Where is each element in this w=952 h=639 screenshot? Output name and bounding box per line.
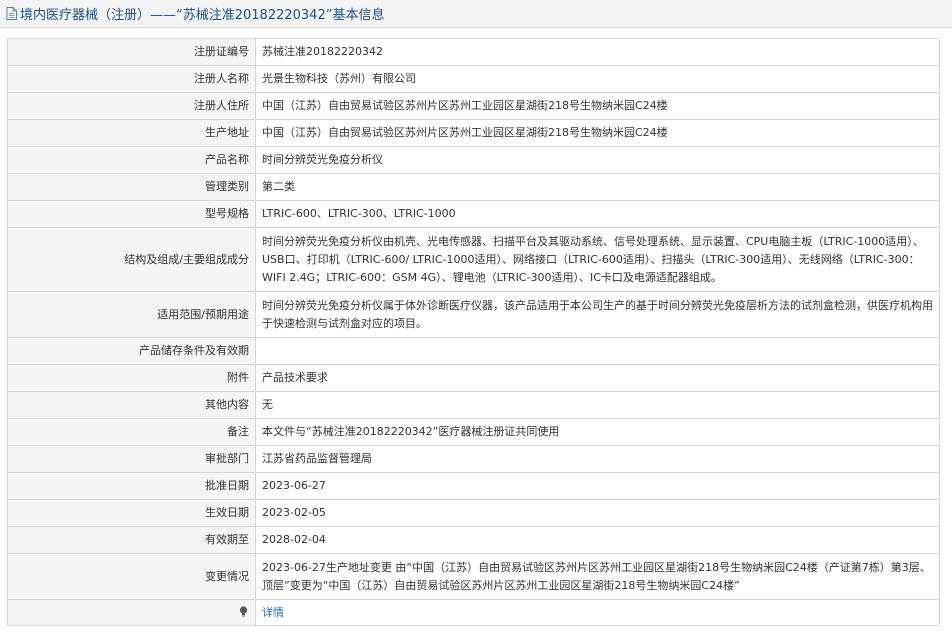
row-label: 变更情况: [7, 553, 256, 600]
table-row: 注册证编号 苏械注准20182220342: [7, 38, 940, 66]
row-label: 生效日期: [7, 499, 256, 527]
row-label: 审批部门: [7, 445, 256, 473]
row-label: 产品储存条件及有效期: [7, 337, 256, 365]
row-label: 附件: [7, 364, 256, 392]
row-value: 江苏省药品监督管理局: [255, 445, 940, 473]
table-row: 结构及组成/主要组成成分 时间分辨荧光免疫分析仪由机壳、光电传感器、扫描平台及其…: [7, 227, 940, 292]
row-label: 生产地址: [7, 119, 256, 147]
table-row: 附件 产品技术要求: [7, 364, 940, 392]
page-header: 境内医疗器械（注册）——“苏械注准20182220342”基本信息: [0, 0, 952, 28]
detail-value-cell: 详情: [255, 599, 940, 626]
table-row: 产品名称 时间分辨荧光免疫分析仪: [7, 146, 940, 174]
info-table: 注册证编号 苏械注准20182220342 注册人名称 光景生物科技（苏州）有限…: [7, 38, 940, 626]
table-row: 注册人名称 光景生物科技（苏州）有限公司: [7, 65, 940, 93]
page-title: 境内医疗器械（注册）——“苏械注准20182220342”基本信息: [20, 8, 385, 23]
table-row: 备注 本文件与“苏械注准20182220342”医疗器械注册证共同使用: [7, 418, 940, 446]
table-row: 注册人住所 中国（江苏）自由贸易试验区苏州片区苏州工业园区星湖街218号生物纳米…: [7, 92, 940, 120]
table-row: 变更情况 2023-06-27生产地址变更 由“中国（江苏）自由贸易试验区苏州片…: [7, 553, 940, 600]
table-row: 批准日期 2023-06-27: [7, 472, 940, 500]
row-value: 产品技术要求: [255, 364, 940, 392]
row-label: 产品名称: [7, 146, 256, 174]
row-value: [255, 337, 940, 365]
row-label: 其他内容: [7, 391, 256, 419]
row-label: 批准日期: [7, 472, 256, 500]
table-row: 适用范围/预期用途 时间分辨荧光免疫分析仪属于体外诊断医疗仪器，该产品适用于本公…: [7, 291, 940, 338]
row-value: 中国（江苏）自由贸易试验区苏州片区苏州工业园区星湖街218号生物纳米园C24楼: [255, 92, 940, 120]
row-label: 注册证编号: [7, 38, 256, 66]
row-value: 本文件与“苏械注准20182220342”医疗器械注册证共同使用: [255, 418, 940, 446]
row-value: 第二类: [255, 173, 940, 201]
row-value: LTRIC-600、LTRIC-300、LTRIC-1000: [255, 200, 940, 228]
table-row: 生产地址 中国（江苏）自由贸易试验区苏州片区苏州工业园区星湖街218号生物纳米园…: [7, 119, 940, 147]
row-label: 注册人住所: [7, 92, 256, 120]
table-row: 详情: [7, 599, 940, 626]
lightbulb-icon: [239, 605, 248, 617]
table-row: 管理类别 第二类: [7, 173, 940, 201]
table-row: 生效日期 2023-02-05: [7, 499, 940, 527]
row-label: 管理类别: [7, 173, 256, 201]
row-value: 无: [255, 391, 940, 419]
row-value: 中国（江苏）自由贸易试验区苏州片区苏州工业园区星湖街218号生物纳米园C24楼: [255, 119, 940, 147]
detail-link[interactable]: 详情: [262, 606, 284, 619]
row-label: 注册人名称: [7, 65, 256, 93]
table-row: 有效期至 2028-02-04: [7, 526, 940, 554]
row-value: 时间分辨荧光免疫分析仪: [255, 146, 940, 174]
row-label: 备注: [7, 418, 256, 446]
row-value: 2023-06-27: [255, 472, 940, 500]
row-value: 2028-02-04: [255, 526, 940, 554]
row-value: 时间分辨荧光免疫分析仪属于体外诊断医疗仪器，该产品适用于本公司生产的基于时间分辨…: [255, 291, 940, 338]
row-label: 型号规格: [7, 200, 256, 228]
row-value: 时间分辨荧光免疫分析仪由机壳、光电传感器、扫描平台及其驱动系统、信号处理系统、显…: [255, 227, 940, 292]
table-row: 型号规格 LTRIC-600、LTRIC-300、LTRIC-1000: [7, 200, 940, 228]
table-row: 其他内容 无: [7, 391, 940, 419]
row-value: 光景生物科技（苏州）有限公司: [255, 65, 940, 93]
row-label: 结构及组成/主要组成成分: [7, 227, 256, 292]
detail-label-cell: [7, 599, 256, 626]
table-row: 审批部门 江苏省药品监督管理局: [7, 445, 940, 473]
table-row: 产品储存条件及有效期: [7, 337, 940, 365]
row-value: 苏械注准20182220342: [255, 38, 940, 66]
row-label: 适用范围/预期用途: [7, 291, 256, 338]
row-value: 2023-06-27生产地址变更 由“中国（江苏）自由贸易试验区苏州片区苏州工业…: [255, 553, 940, 600]
row-value: 2023-02-05: [255, 499, 940, 527]
document-icon: [6, 7, 17, 20]
row-label: 有效期至: [7, 526, 256, 554]
